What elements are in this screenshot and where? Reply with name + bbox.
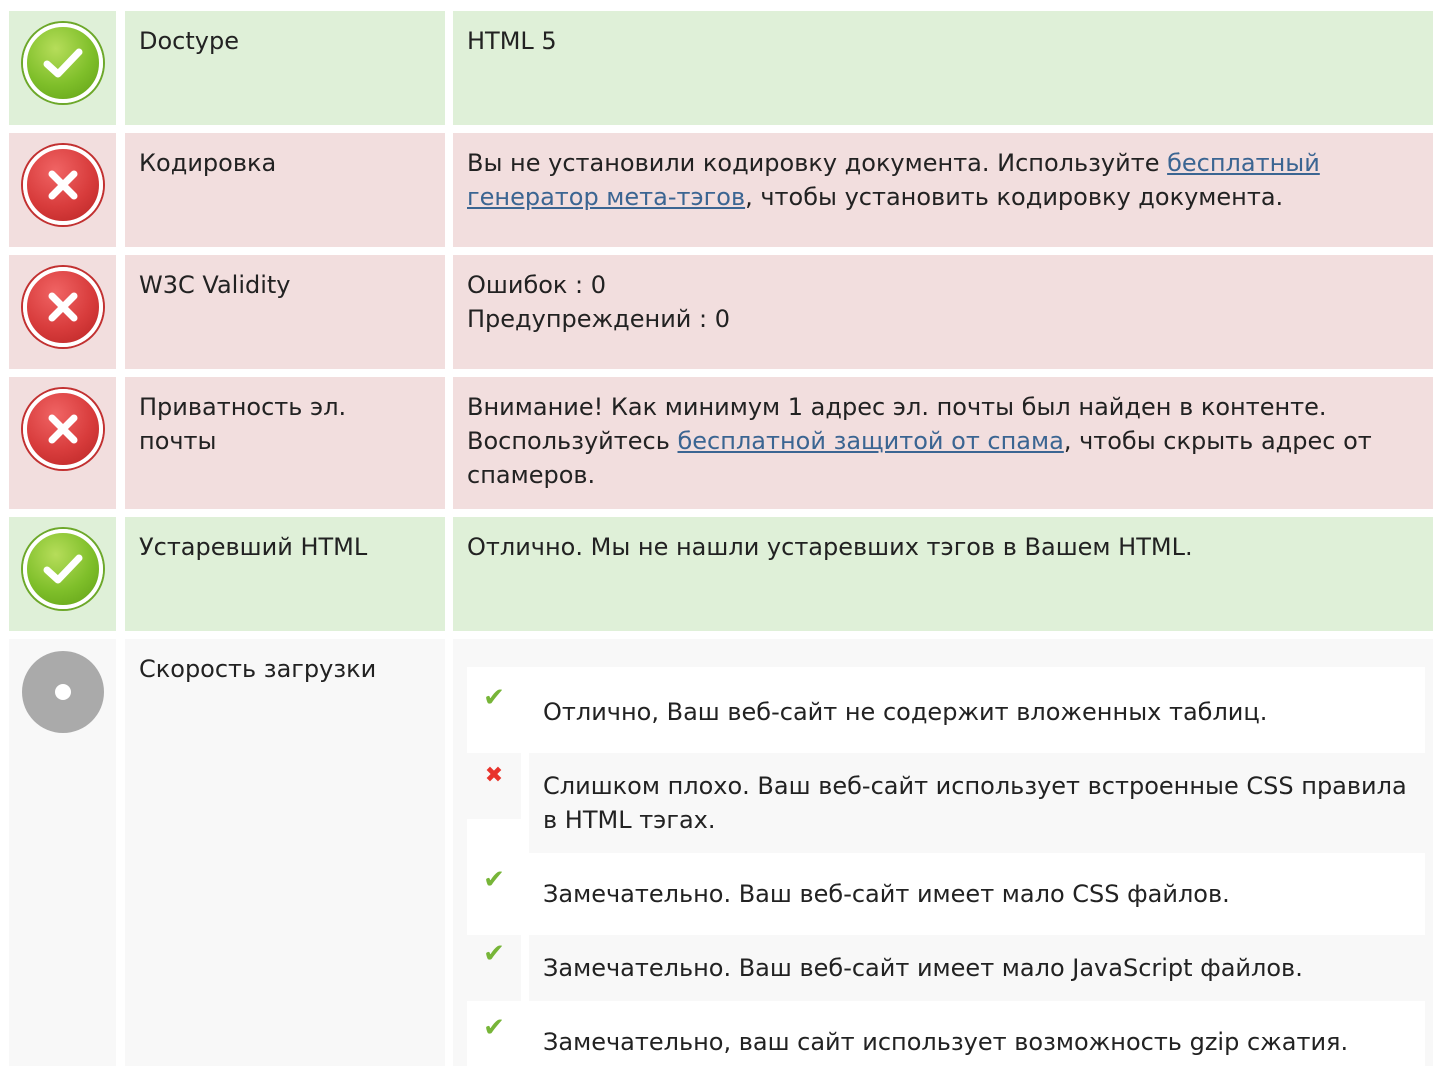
- seo-results-table: Doctype HTML 5 Кодировка Вы не установил…: [9, 11, 1433, 1075]
- list-item-text: Слишком плохо. Ваш веб-сайт использует в…: [529, 753, 1425, 853]
- check-icon: ✔: [467, 861, 521, 927]
- row-label: Приватность эл. почты: [125, 377, 445, 509]
- result-row-w3c-validity: W3C Validity Ошибок : 0 Предупреждений :…: [9, 255, 1433, 369]
- row-value: HTML 5: [453, 11, 1433, 125]
- list-item: ✖ Слишком плохо. Ваш веб-сайт использует…: [467, 753, 1425, 853]
- status-cell: [9, 133, 116, 247]
- row-value: Отлично. Мы не нашли устаревших тэгов в …: [453, 517, 1433, 631]
- result-row-encoding: Кодировка Вы не установили кодировку док…: [9, 133, 1433, 247]
- status-cell: [9, 377, 116, 509]
- x-circle-icon: [22, 267, 103, 347]
- status-cell: [9, 639, 116, 1066]
- check-icon: ✔: [467, 679, 521, 745]
- list-item: ✔ Замечательно. Ваш веб-сайт имеет мало …: [467, 861, 1425, 927]
- row-value: Внимание! Как минимум 1 адрес эл. почты …: [453, 377, 1433, 509]
- row-label: Устаревший HTML: [125, 517, 445, 631]
- row-value: ✔ Отлично, Ваш веб-сайт не содержит влож…: [453, 639, 1433, 1075]
- cross-icon: ✖: [467, 753, 521, 819]
- check-icon: ✔: [467, 1009, 521, 1075]
- list-item: ✔ Замечательно. Ваш веб-сайт имеет мало …: [467, 935, 1425, 1001]
- x-circle-icon: [22, 145, 103, 225]
- result-row-deprecated-html: Устаревший HTML Отлично. Мы не нашли уст…: [9, 517, 1433, 631]
- row-value: Вы не установили кодировку документа. Ис…: [453, 133, 1433, 247]
- list-item: ✔ Отлично, Ваш веб-сайт не содержит влож…: [467, 679, 1425, 745]
- status-cell: [9, 255, 116, 369]
- result-row-load-speed: Скорость загрузки ✔ Отлично, Ваш веб-сай…: [9, 639, 1433, 1075]
- row-value: Ошибок : 0 Предупреждений : 0: [453, 255, 1433, 369]
- warnings-count: Предупреждений : 0: [467, 305, 731, 333]
- status-cell: [9, 11, 116, 125]
- row-label: W3C Validity: [125, 255, 445, 369]
- check-circle-icon: [22, 23, 103, 103]
- list-item-text: Замечательно, ваш сайт использует возмож…: [543, 1028, 1349, 1056]
- list-item: ✔ Замечательно, ваш сайт использует возм…: [467, 1009, 1425, 1075]
- spam-protection-link[interactable]: бесплатной защитой от спама: [677, 427, 1063, 455]
- row-label: Скорость загрузки: [125, 639, 445, 1066]
- value-text: Вы не установили кодировку документа. Ис…: [467, 149, 1168, 177]
- result-row-email-privacy: Приватность эл. почты Внимание! Как мини…: [9, 377, 1433, 509]
- row-label: Doctype: [125, 11, 445, 125]
- list-item-text: Отлично, Ваш веб-сайт не содержит вложен…: [543, 698, 1268, 726]
- check-icon: ✔: [467, 935, 521, 1001]
- check-circle-icon: [22, 529, 103, 609]
- speed-checks-list: ✔ Отлично, Ваш веб-сайт не содержит влож…: [467, 667, 1425, 1075]
- list-item-text: Замечательно. Ваш веб-сайт имеет мало Ja…: [529, 935, 1425, 1001]
- result-row-doctype: Doctype HTML 5: [9, 11, 1433, 125]
- list-item-text: Замечательно. Ваш веб-сайт имеет мало CS…: [543, 880, 1230, 908]
- status-cell: [9, 517, 116, 631]
- errors-count: Ошибок : 0: [467, 271, 607, 299]
- neutral-circle-icon: [21, 651, 104, 733]
- value-text: , чтобы установить кодировку документа.: [745, 183, 1284, 211]
- row-label: Кодировка: [125, 133, 445, 247]
- dot-icon: [54, 684, 71, 700]
- x-circle-icon: [22, 389, 103, 469]
